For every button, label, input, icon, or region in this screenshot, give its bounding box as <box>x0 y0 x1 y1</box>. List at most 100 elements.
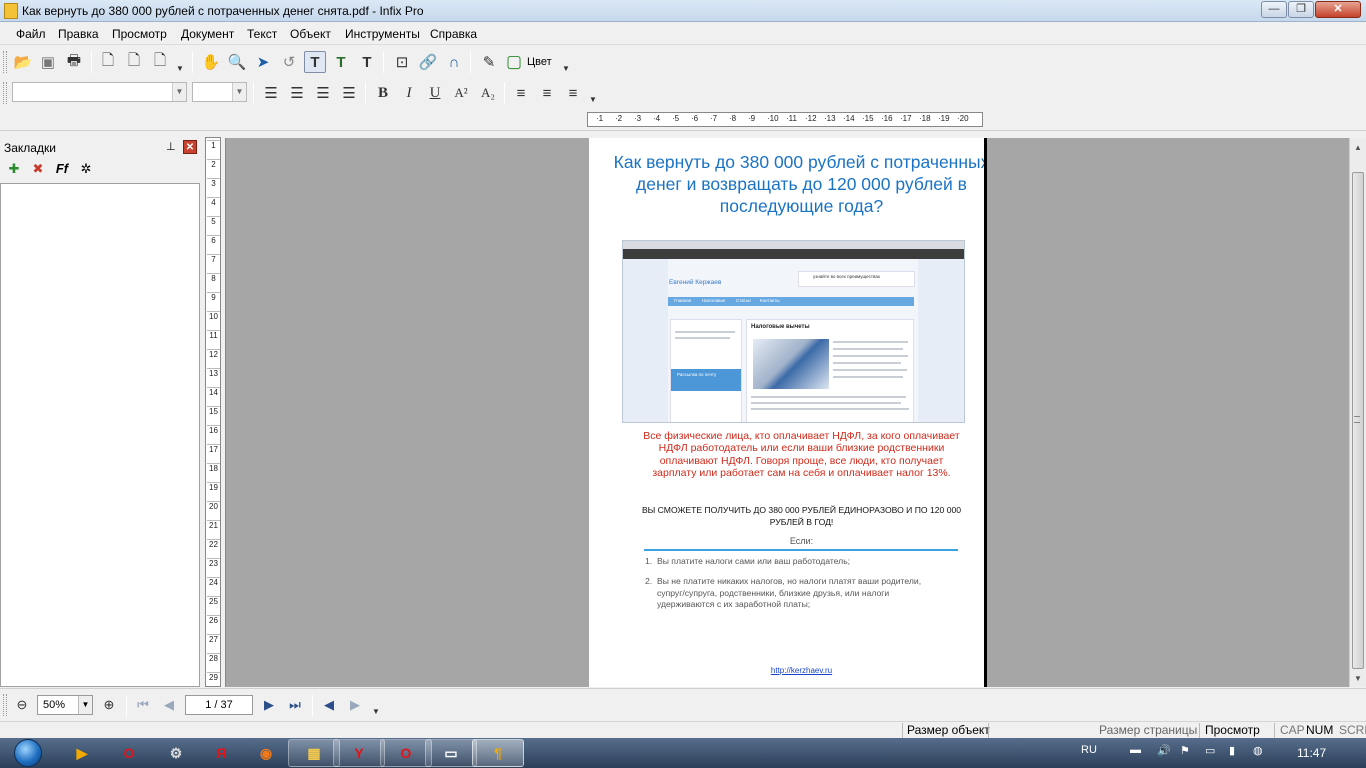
next-page-icon[interactable]: ▶ <box>260 696 278 714</box>
network-icon[interactable]: ◍ <box>1253 744 1263 757</box>
chevron-down-icon[interactable]: ▼ <box>176 64 184 73</box>
italic-button[interactable]: I <box>398 82 420 104</box>
pdf-title[interactable]: Как вернуть до 380 000 рублей с потрачен… <box>609 151 984 217</box>
action-center-icon[interactable]: ⚑ <box>1180 744 1190 757</box>
last-page-icon[interactable]: ⏭ <box>286 696 304 714</box>
horizontal-ruler[interactable]: ·1 ·2 ·3 ·4 ·5 ·6 ·7 ·8 ·9 ·10 ·11 ·12 ·13 ·14 ·15 ·16 ·… <box>587 112 983 127</box>
signal-icon[interactable]: ▮ <box>1229 744 1235 757</box>
back-icon[interactable]: ◀ <box>320 696 338 714</box>
chevron-down-icon[interactable]: ▼ <box>232 83 246 101</box>
delete-bookmark-icon[interactable]: ✖ <box>29 161 47 179</box>
language-indicator[interactable]: RU <box>1081 744 1097 756</box>
embedded-website-screenshot[interactable]: Евгений Кержаев узнайте во всех преимуще… <box>622 240 965 423</box>
list-icon[interactable]: ≡ <box>562 82 584 104</box>
menu-file[interactable]: Файл <box>16 27 46 41</box>
text-edit-icon[interactable]: T <box>330 51 352 73</box>
firefox-icon[interactable]: ◉ <box>240 739 292 767</box>
opera-icon[interactable]: O <box>103 739 155 767</box>
pdf-link[interactable]: http://kerzhaev.ru <box>639 666 964 675</box>
select-arrow-icon[interactable]: ➤ <box>252 51 274 73</box>
crop-icon[interactable]: ⊡ <box>391 51 413 73</box>
eyedropper-icon[interactable]: ✎ <box>478 51 500 73</box>
chevron-down-icon[interactable]: ▼ <box>78 696 92 714</box>
menu-view[interactable]: Просмотр <box>112 27 167 41</box>
chevron-down-icon[interactable]: ▼ <box>372 707 380 716</box>
pdf-page[interactable]: Как вернуть до 380 000 рублей с потрачен… <box>589 138 987 687</box>
menu-tools[interactable]: Инструменты <box>345 27 420 41</box>
align-justify-icon[interactable]: ☰ <box>338 82 360 104</box>
bookmarks-list[interactable] <box>0 183 200 687</box>
first-page-icon[interactable]: ⏮ <box>134 696 152 714</box>
vertical-ruler[interactable]: 1 2 3 4 5 6 7 8 9 10 11 12 13 14 15 16 17 18 19 20 21 22 23 24 2… <box>205 137 221 687</box>
line-spacing-icon[interactable]: ≡ <box>510 82 532 104</box>
chevron-down-icon[interactable]: ▼ <box>172 83 186 101</box>
print-icon[interactable]: 🖶 <box>63 51 85 73</box>
font-size-select[interactable]: ▼ <box>192 82 247 102</box>
font-bookmark-icon[interactable]: Ff <box>53 161 71 179</box>
paragraph-spacing-icon[interactable]: ≡ <box>536 82 558 104</box>
page-dropdown-icon[interactable]: 🗋 <box>149 51 171 73</box>
chevron-down-icon[interactable]: ▼ <box>562 64 570 73</box>
prev-page-icon[interactable]: ◀ <box>160 696 178 714</box>
hyperlink-icon[interactable]: 🔗 <box>417 51 439 73</box>
minimize-button[interactable]: — <box>1261 1 1287 18</box>
align-right-icon[interactable]: ☰ <box>312 82 334 104</box>
pdf-bold-paragraph[interactable]: ВЫ СМОЖЕТЕ ПОЛУЧИТЬ ДО 380 000 РУБЛЕЙ ЕД… <box>639 504 964 528</box>
hand-icon[interactable]: ✋ <box>200 51 222 73</box>
magic-bookmark-icon[interactable]: ✲ <box>77 161 95 179</box>
clock[interactable]: 11:47 <box>1297 746 1326 760</box>
zoom-select[interactable]: 50% ▼ <box>37 695 93 715</box>
pdf-if-label[interactable]: Если: <box>639 536 964 546</box>
rotate-icon[interactable]: ↺ <box>278 51 300 73</box>
color-label[interactable]: Цвет <box>527 56 552 68</box>
zoom-out-icon[interactable]: ⊖ <box>13 696 31 714</box>
toolbar-grip[interactable] <box>3 51 7 73</box>
menu-object[interactable]: Объект <box>290 27 331 41</box>
text-format-icon[interactable]: T <box>356 51 378 73</box>
superscript-button[interactable]: A² <box>450 82 472 104</box>
chevron-down-icon[interactable]: ▼ <box>589 95 597 104</box>
menu-edit[interactable]: Правка <box>58 27 99 41</box>
menu-text[interactable]: Текст <box>247 27 277 41</box>
zoom-icon[interactable]: 🔍 <box>226 51 248 73</box>
toolbar-grip[interactable] <box>3 82 7 104</box>
subscript-button[interactable]: A₂ <box>477 82 499 104</box>
flag-icon[interactable]: ▬ <box>1130 744 1141 756</box>
zoom-in-icon[interactable]: ⊕ <box>100 696 118 714</box>
pdf-red-paragraph[interactable]: Все физические лица, кто оплачивает НДФЛ… <box>639 430 964 479</box>
start-button[interactable] <box>4 738 52 768</box>
font-family-select[interactable]: ▼ <box>12 82 187 102</box>
text-tool-icon[interactable]: T <box>304 51 326 73</box>
list-item[interactable]: 2. Вы не платите никаких налогов, но нал… <box>645 576 947 611</box>
vertical-scrollbar[interactable]: ▲ ▼ <box>1349 138 1366 687</box>
color-swatch-icon[interactable]: ▢ <box>503 51 525 73</box>
document-area[interactable]: Как вернуть до 380 000 рублей с потрачен… <box>225 138 1349 687</box>
underline-button[interactable]: U <box>424 82 446 104</box>
volume-icon[interactable]: 🔊 <box>1157 744 1171 757</box>
media-player-icon[interactable]: ▶ <box>56 739 108 767</box>
new-page-icon[interactable]: 🗋 <box>97 51 119 73</box>
close-button[interactable]: ✕ <box>1315 1 1361 18</box>
toolbar-grip[interactable] <box>3 694 7 716</box>
open-icon[interactable]: 📂 <box>12 51 34 73</box>
infix-icon[interactable]: ¶ <box>472 739 524 767</box>
forward-icon[interactable]: ▶ <box>346 696 364 714</box>
page-number-field[interactable]: 1 / 37 <box>185 695 253 715</box>
save-icon[interactable]: ▣ <box>37 51 59 73</box>
align-left-icon[interactable]: ☰ <box>260 82 282 104</box>
close-icon[interactable]: ✕ <box>183 140 197 154</box>
bold-button[interactable]: B <box>372 82 394 104</box>
yandex-browser-icon[interactable]: Y <box>333 739 385 767</box>
monitor-icon[interactable]: ▭ <box>1205 744 1215 757</box>
maximize-button[interactable]: ❐ <box>1288 1 1314 18</box>
scroll-down-icon[interactable]: ▼ <box>1350 671 1366 687</box>
menu-document[interactable]: Документ <box>181 27 234 41</box>
window-app-icon[interactable]: ▭ <box>425 739 477 767</box>
scroll-up-icon[interactable]: ▲ <box>1350 140 1366 156</box>
pin-icon[interactable]: ⊥ <box>166 140 176 153</box>
list-item[interactable]: 1. Вы платите налоги сами или ваш работо… <box>645 556 947 568</box>
add-bookmark-icon[interactable]: ✚ <box>5 161 23 179</box>
align-center-icon[interactable]: ☰ <box>286 82 308 104</box>
menu-help[interactable]: Справка <box>430 27 477 41</box>
undo-icon[interactable]: ∩ <box>443 51 465 73</box>
